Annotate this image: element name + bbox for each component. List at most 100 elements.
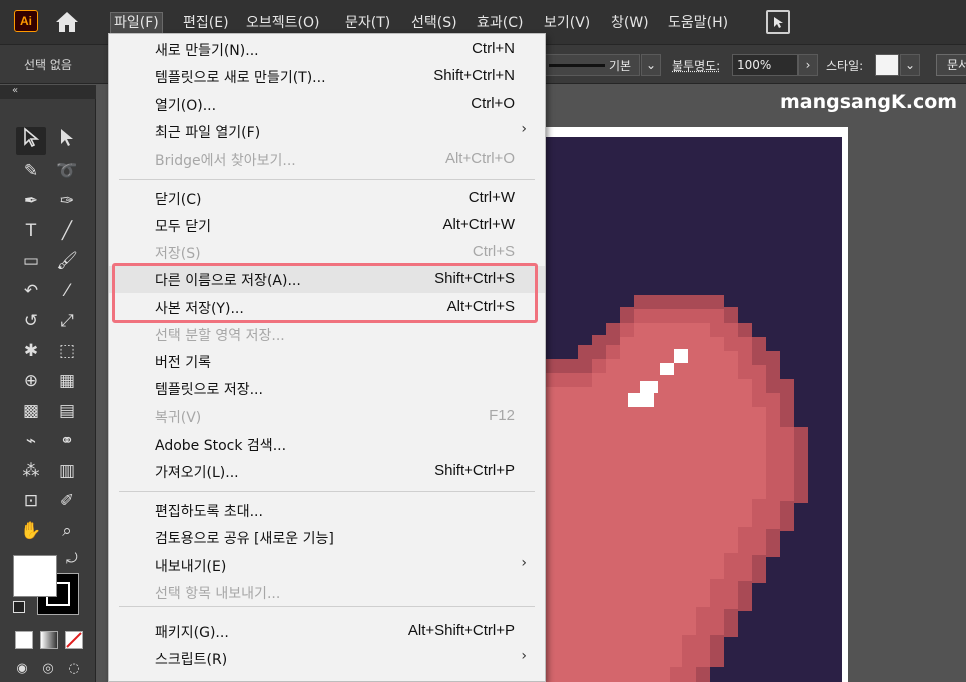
scale-tool-icon[interactable]: ⤢ (52, 307, 82, 335)
zoom-tool-icon[interactable]: ⌕ (52, 517, 82, 545)
menu-item-label: 닫기(C) (155, 192, 202, 208)
pen-tool-icon[interactable]: ✒ (16, 187, 46, 215)
menu-file[interactable]: 파일(F) (110, 12, 163, 34)
file-menu-item: 복귀(V) F12 (109, 403, 545, 430)
menu-object[interactable]: 오브젝트(O) (243, 12, 322, 34)
default-fill-stroke-icon[interactable] (13, 601, 25, 613)
opacity-label[interactable]: 불투명도: (672, 57, 720, 74)
menu-item-label: 편집하도록 초대... (155, 504, 263, 520)
menu-select[interactable]: 선택(S) (408, 12, 460, 34)
symbol-sprayer-tool-icon[interactable]: ⁂ (16, 457, 46, 485)
slice-tool-icon[interactable]: ✐ (52, 487, 82, 515)
opacity-chevron-right-icon[interactable]: › (798, 54, 818, 76)
selection-status: 선택 없음 (24, 58, 72, 72)
fill-color-swatch[interactable] (13, 555, 57, 597)
menu-item-label: 선택 항목 내보내기... (155, 586, 281, 602)
file-menu-item: 선택 분할 영역 저장... (109, 321, 545, 348)
file-menu-item[interactable]: 새로 만들기(N)... Ctrl+N (109, 36, 545, 63)
draw-normal-icon[interactable]: ◉ (10, 655, 34, 682)
file-menu-item[interactable]: 가져오기(L)... Shift+Ctrl+P (109, 458, 545, 485)
annotation-highlight-box (112, 263, 538, 323)
menu-item-label: 모두 닫기 (155, 219, 211, 235)
shaper-tool-icon[interactable]: ↶ (16, 277, 46, 305)
graphic-style-swatch[interactable] (875, 54, 899, 76)
perspective-grid-tool-icon[interactable]: ▦ (52, 367, 82, 395)
file-menu-item[interactable]: 템플릿으로 저장... (109, 375, 545, 402)
mesh-tool-icon[interactable]: ▩ (16, 397, 46, 425)
magic-wand-tool-icon[interactable]: ✎ (16, 157, 46, 185)
document-setup-button[interactable]: 문서 (936, 54, 966, 76)
menu-item-label: 새로 만들기(N)... (155, 43, 259, 59)
file-menu-item[interactable]: 검토용으로 공유 [새로운 기능] (109, 524, 545, 551)
menu-help[interactable]: 도움말(H) (665, 12, 731, 34)
file-menu-item[interactable]: 최근 파일 열기(F) › (109, 118, 545, 145)
collapse-panel-icon[interactable]: « (12, 85, 18, 96)
paintbrush-tool-icon[interactable]: 🖌 (52, 247, 82, 275)
rotate-tool-icon[interactable]: ↺ (16, 307, 46, 335)
draw-inside-icon[interactable]: ◌ (62, 655, 86, 682)
menu-separator (119, 179, 535, 180)
workspace-switcher-icon[interactable] (766, 10, 790, 34)
stroke-profile-label: 기본 (609, 59, 632, 73)
direct-selection-tool-icon[interactable] (52, 127, 82, 155)
menu-edit[interactable]: 편집(E) (180, 12, 232, 34)
line-segment-tool-icon[interactable]: ╱ (52, 217, 82, 245)
warp-tool-icon[interactable]: ✱ (16, 337, 46, 365)
file-menu-item[interactable]: 버전 기록 (109, 348, 545, 375)
menu-effect[interactable]: 효과(C) (474, 12, 526, 34)
swap-fill-stroke-icon[interactable]: ⤾ (66, 551, 78, 567)
toolbar-header: « (0, 85, 96, 99)
blend-tool-icon[interactable]: ⚭ (52, 427, 82, 455)
menu-view[interactable]: 보기(V) (541, 12, 593, 34)
file-menu-item[interactable]: 템플릿으로 새로 만들기(T)... Shift+Ctrl+N (109, 63, 545, 90)
menu-item-shortcut: Alt+Ctrl+W (442, 216, 515, 233)
selection-tool-icon[interactable] (16, 127, 46, 155)
stroke-profile-dropdown[interactable]: 기본 (540, 54, 640, 76)
menu-item-label: 내보내기(E) (155, 559, 227, 575)
file-menu-item[interactable]: 편집하도록 초대... (109, 497, 545, 524)
file-menu-item[interactable]: Adobe Stock 검색... (109, 431, 545, 458)
opacity-input[interactable]: 100% (732, 54, 798, 76)
file-menu-item[interactable]: 내보내기(E) › (109, 552, 545, 579)
menu-item-label: Bridge에서 찾아보기... (155, 153, 296, 169)
file-menu-item[interactable]: 스크립트(R) › (109, 645, 545, 672)
artboard-tool-icon[interactable]: ⊡ (16, 487, 46, 515)
menu-item-label: 검토용으로 공유 [새로운 기능] (155, 531, 334, 547)
rectangle-tool-icon[interactable]: ▭ (16, 247, 46, 275)
draw-behind-icon[interactable]: ◎ (36, 655, 60, 682)
menu-window[interactable]: 창(W) (608, 12, 652, 34)
style-label: 스타일: (826, 59, 864, 73)
file-menu-item[interactable]: 닫기(C) Ctrl+W (109, 185, 545, 212)
menu-item-label: 가져오기(L)... (155, 465, 239, 481)
type-tool-icon[interactable]: T (16, 217, 46, 245)
menu-item-shortcut: Alt+Ctrl+O (444, 150, 515, 167)
column-graph-tool-icon[interactable]: ▥ (52, 457, 82, 485)
menu-item-label: 열기(O)... (155, 98, 217, 114)
submenu-chevron-right-icon: › (521, 648, 527, 664)
color-mode-icon[interactable] (15, 631, 33, 649)
menu-item-shortcut: Shift+Ctrl+P (434, 462, 515, 479)
menu-item-label: 저장(S) (155, 246, 201, 262)
file-menu-item[interactable]: 모두 닫기 Alt+Ctrl+W (109, 212, 545, 239)
illustrator-logo: Ai (14, 10, 38, 32)
eraser-tool-icon[interactable]: ⁄ (52, 277, 82, 305)
lasso-tool-icon[interactable]: ➰ (52, 157, 82, 185)
submenu-chevron-right-icon: › (521, 555, 527, 571)
free-transform-tool-icon[interactable]: ⬚ (52, 337, 82, 365)
menu-type[interactable]: 문자(T) (342, 12, 393, 34)
style-chevron-icon[interactable]: ⌄ (900, 54, 920, 76)
file-menu-item[interactable]: 패키지(G)... Alt+Shift+Ctrl+P (109, 618, 545, 645)
submenu-chevron-right-icon: › (521, 121, 527, 137)
menu-item-label: 템플릿으로 새로 만들기(T)... (155, 70, 326, 86)
curvature-tool-icon[interactable]: ✑ (52, 187, 82, 215)
gradient-mode-icon[interactable] (40, 631, 58, 649)
home-icon[interactable] (54, 10, 80, 34)
stroke-profile-chevron-icon[interactable]: ⌄ (641, 54, 661, 76)
eyedropper-tool-icon[interactable]: ⌁ (16, 427, 46, 455)
artboard[interactable] (540, 127, 848, 682)
none-mode-icon[interactable] (65, 631, 83, 649)
shape-builder-tool-icon[interactable]: ⊕ (16, 367, 46, 395)
gradient-tool-icon[interactable]: ▤ (52, 397, 82, 425)
file-menu-item[interactable]: 열기(O)... Ctrl+O (109, 91, 545, 118)
hand-tool-icon[interactable]: ✋ (16, 517, 46, 545)
